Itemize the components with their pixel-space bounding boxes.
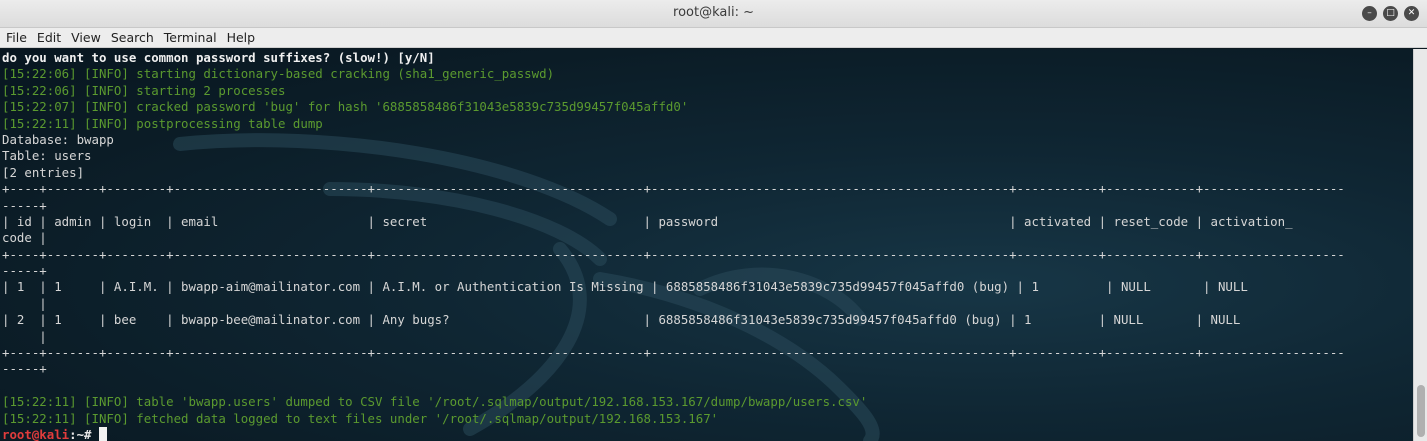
menu-edit[interactable]: Edit	[37, 30, 61, 45]
terminal-line: | 2 | 1 | bee | bwapp-bee@mailinator.com…	[2, 312, 1241, 328]
menu-file[interactable]: File	[6, 30, 27, 45]
minimize-icon[interactable]: –	[1362, 6, 1377, 21]
terminal-output[interactable]: do you want to use common password suffi…	[0, 49, 1413, 441]
scrollbar-thumb[interactable]	[1417, 385, 1425, 437]
terminal-line: [15:22:11] [INFO] fetched data logged to…	[2, 410, 719, 426]
prompt-path: :~#	[69, 426, 99, 441]
terminal-line: [15:22:06] [INFO] starting dictionary-ba…	[2, 66, 555, 82]
terminal-lines: do you want to use common password suffi…	[2, 50, 1345, 441]
terminal-line: code |	[2, 230, 47, 246]
terminal-line: [15:22:11] [INFO] table 'bwapp.users' du…	[2, 394, 868, 410]
terminal-line: do you want to use common password suffi…	[2, 50, 435, 65]
terminal-line: -----+	[2, 197, 47, 213]
terminal-line: +----+-------+--------+-----------------…	[2, 181, 1345, 197]
terminal-line: |	[2, 328, 47, 344]
terminal-line: -----+	[2, 361, 47, 377]
window-title: root@kali: ~	[673, 5, 754, 20]
terminal-line: | id | admin | login | email | secret | …	[2, 213, 1293, 229]
terminal-line: +----+-------+--------+-----------------…	[2, 345, 1345, 361]
terminal-line: |	[2, 295, 47, 311]
menu-bar: File Edit View Search Terminal Help	[0, 28, 1427, 48]
terminal-line: Table: users	[2, 148, 92, 164]
shell-prompt[interactable]: root@kali:~#	[2, 426, 1345, 441]
menu-view[interactable]: View	[71, 30, 101, 45]
menu-search[interactable]: Search	[111, 30, 154, 45]
maximize-icon[interactable]: □	[1383, 6, 1398, 21]
terminal-line: | 1 | 1 | A.I.M. | bwapp-aim@mailinator.…	[2, 279, 1248, 295]
terminal-window: root@kali: ~ – □ ✕ File Edit View Search…	[0, 0, 1427, 441]
title-bar[interactable]: root@kali: ~ – □ ✕	[0, 0, 1427, 28]
terminal-line: -----+	[2, 263, 47, 279]
terminal-line: [15:22:06] [INFO] starting 2 processes	[2, 82, 286, 98]
terminal-line: Database: bwapp	[2, 131, 114, 147]
text-cursor	[98, 426, 107, 441]
terminal-line: [15:22:07] [INFO] cracked password 'bug'…	[2, 99, 689, 115]
close-icon[interactable]: ✕	[1404, 6, 1419, 21]
terminal-line: [15:22:11] [INFO] postprocessing table d…	[2, 115, 323, 131]
vertical-scrollbar[interactable]	[1413, 49, 1427, 441]
terminal-line: +----+-------+--------+-----------------…	[2, 246, 1345, 262]
menu-help[interactable]: Help	[227, 30, 256, 45]
terminal-line: [2 entries]	[2, 164, 85, 180]
prompt-user-host: root@kali	[2, 426, 70, 441]
menu-terminal[interactable]: Terminal	[164, 30, 217, 45]
